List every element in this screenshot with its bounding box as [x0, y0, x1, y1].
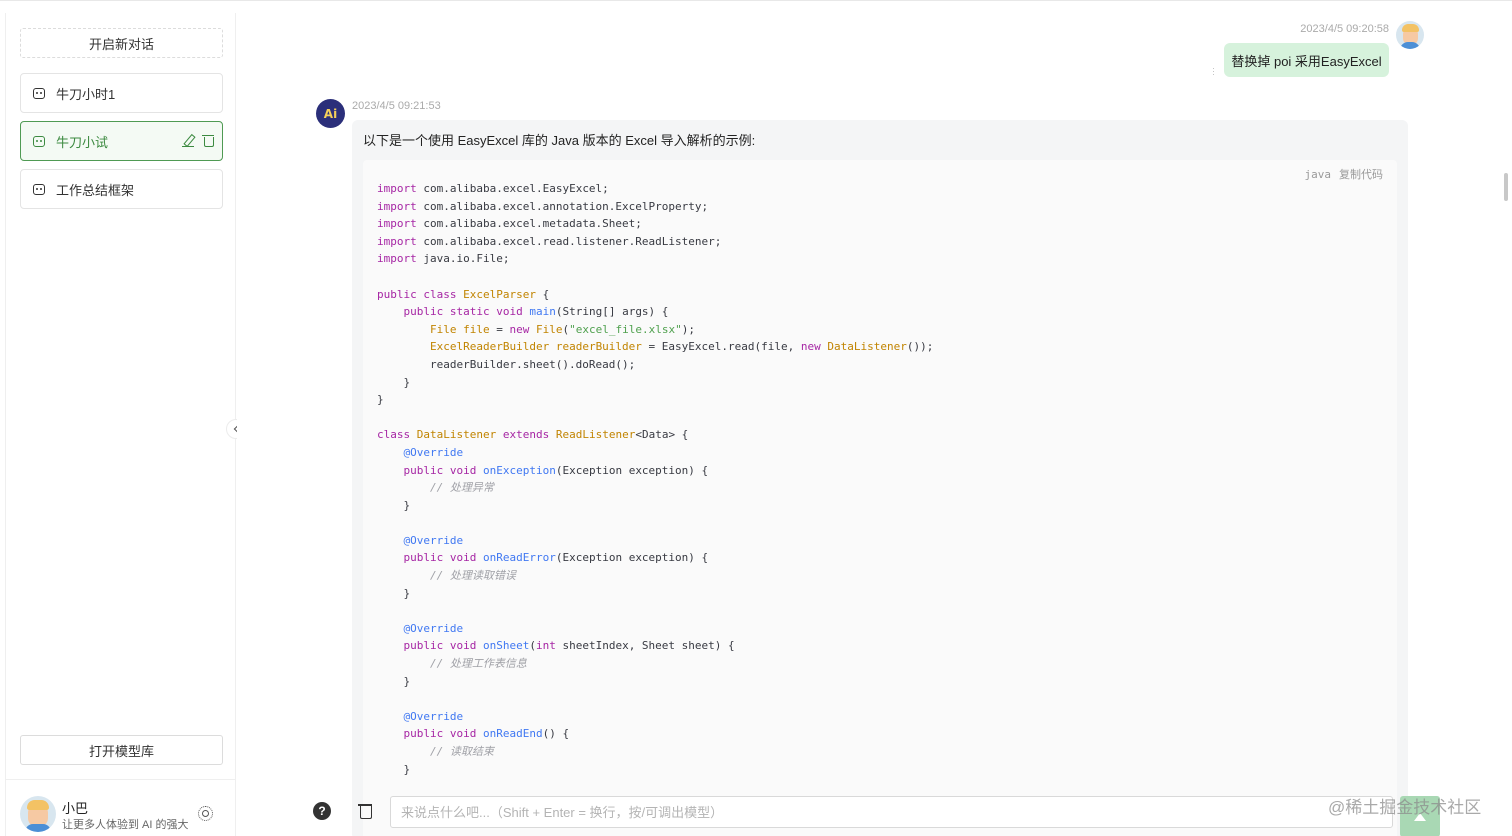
edit-icon[interactable]: [182, 134, 194, 147]
conversation-item[interactable]: 牛刀小时1: [20, 73, 223, 113]
new-chat-button[interactable]: 开启新对话: [20, 28, 223, 58]
scrollbar[interactable]: [1504, 173, 1508, 201]
code-block: java 复制代码 import com.alibaba.excel.EasyEx…: [363, 160, 1397, 836]
conversation-item[interactable]: 工作总结框架: [20, 169, 223, 209]
chat-icon: [33, 87, 45, 99]
conversation-title: 牛刀小时1: [56, 86, 116, 102]
conversation-actions: [182, 134, 214, 147]
message-input[interactable]: [390, 796, 1393, 828]
avatar-shirt: [25, 824, 51, 832]
code-language: java: [1304, 168, 1332, 181]
code-content: import com.alibaba.excel.EasyExcel; impor…: [377, 182, 934, 776]
open-model-library-button[interactable]: 打开模型库: [20, 735, 223, 765]
avatar[interactable]: [20, 796, 56, 832]
settings-gear-icon[interactable]: [198, 806, 213, 821]
user-name: 小巴: [62, 801, 89, 816]
app-window: 开启新对话 牛刀小时1 牛刀小试 工作总结框架 打开模型库 小巴 让更多人体验到…: [0, 0, 1512, 836]
user-message-avatar: [1396, 21, 1424, 49]
watermark: @稀土掘金技术社区: [1328, 798, 1482, 817]
help-icon[interactable]: ?: [313, 802, 331, 820]
chat-icon: [33, 135, 45, 147]
user-description: 让更多人体验到 AI 的强大: [62, 819, 189, 831]
ai-message-time: 2023/4/5 09:21:53: [352, 100, 441, 112]
code-block-header: java 复制代码: [1305, 166, 1384, 182]
clear-chat-icon[interactable]: [358, 802, 372, 819]
chat-area: 2023/4/5 09:20:58 · · · 替换掉 poi 采用EasyExce…: [237, 13, 1512, 836]
ai-message-bubble: 以下是一个使用 EasyExcel 库的 Java 版本的 Excel 导入解析…: [352, 120, 1408, 836]
conversation-title: 工作总结框架: [56, 182, 135, 198]
chat-icon: [33, 183, 45, 195]
conversation-title: 牛刀小试: [56, 134, 109, 150]
ai-message-intro: 以下是一个使用 EasyExcel 库的 Java 版本的 Excel 导入解析…: [363, 133, 756, 148]
sidebar: 开启新对话 牛刀小时1 牛刀小试 工作总结框架 打开模型库 小巴 让更多人体验到…: [5, 13, 236, 836]
delete-icon[interactable]: [202, 134, 214, 147]
avatar-shirt: [1400, 42, 1420, 49]
conversation-item-active[interactable]: 牛刀小试: [20, 121, 223, 161]
copy-code-button[interactable]: 复制代码: [1339, 169, 1383, 181]
ai-avatar: Ai: [316, 99, 345, 128]
user-message-bubble: 替换掉 poi 采用EasyExcel: [1224, 43, 1389, 77]
avatar-hair: [1402, 24, 1419, 32]
user-profile: 小巴 让更多人体验到 AI 的强大: [6, 779, 235, 836]
user-message-time: 2023/4/5 09:20:58: [1300, 23, 1389, 35]
more-options-icon[interactable]: · · ·: [1212, 64, 1215, 79]
avatar-hair: [27, 800, 49, 810]
